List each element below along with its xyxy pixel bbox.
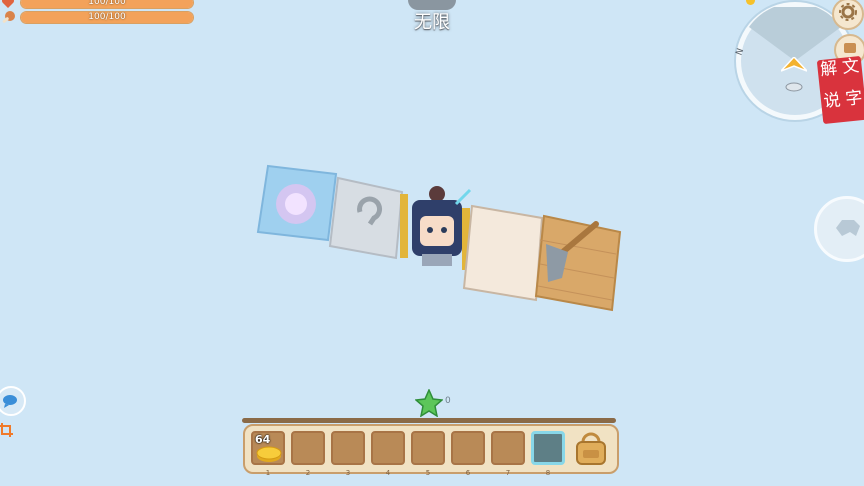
pet-mount-button[interactable] [814, 196, 864, 262]
drumstick-icon [0, 10, 16, 26]
hotbar-slot-1[interactable]: 64 [251, 431, 285, 465]
chat-button[interactable] [0, 386, 26, 416]
pet-icon [832, 214, 862, 244]
chat-icon [2, 393, 18, 412]
hotbar-slot-5[interactable] [411, 431, 445, 465]
hotbar-slot-7[interactable] [491, 431, 525, 465]
backpack-icon [571, 432, 611, 472]
slot-number: 2 [305, 469, 311, 477]
hunger-value: 100/100 [88, 12, 126, 22]
hunger-bar: 100/100 [20, 11, 194, 24]
star-count: 0 [445, 396, 451, 406]
slot-number: 1 [265, 469, 271, 477]
slot-number: 3 [345, 469, 351, 477]
health-bar: 100/100 [20, 0, 194, 9]
hotbar-slot-4[interactable] [371, 431, 405, 465]
hunger-row: 100/100 [0, 10, 200, 26]
block-platform [256, 164, 622, 312]
star-icon [414, 388, 444, 421]
slot-number: 6 [465, 469, 471, 477]
player-arrow-icon [780, 55, 808, 79]
stamp-char: 字 [844, 87, 864, 110]
gear-icon [839, 3, 857, 25]
plank-block[interactable] [462, 204, 544, 302]
stone-block[interactable] [328, 176, 408, 260]
gold-coin-icon [256, 445, 282, 467]
crop-icon [0, 423, 14, 442]
player-character [412, 186, 472, 270]
slot-number: 7 [505, 469, 511, 477]
stamp-char: 文 [841, 56, 861, 78]
health-value: 100/100 [88, 0, 126, 7]
hotbar-slot-6[interactable] [451, 431, 485, 465]
hotbar: 64 1 2 3 4 5 6 7 8 [243, 424, 619, 477]
slot-count: 64 [255, 433, 271, 446]
slot-number: 4 [385, 469, 391, 477]
screenshot-button[interactable] [0, 422, 16, 440]
hotbar-slot-2[interactable] [291, 431, 325, 465]
portal-block[interactable] [256, 164, 338, 242]
slot-number: 8 [545, 469, 551, 477]
slot-number: 5 [425, 469, 431, 477]
hotbar-slot-3[interactable] [331, 431, 365, 465]
settings-button[interactable] [832, 0, 864, 30]
waypoint-icon [785, 77, 803, 96]
mode-label: 无限 [414, 12, 450, 33]
top-dot-indicator [746, 0, 755, 5]
hotbar-slot-8[interactable] [531, 431, 565, 465]
event-stamp-badge[interactable]: 解 文 说 字 [816, 55, 864, 125]
backpack-button[interactable] [571, 428, 613, 470]
experience-bar [242, 418, 616, 423]
